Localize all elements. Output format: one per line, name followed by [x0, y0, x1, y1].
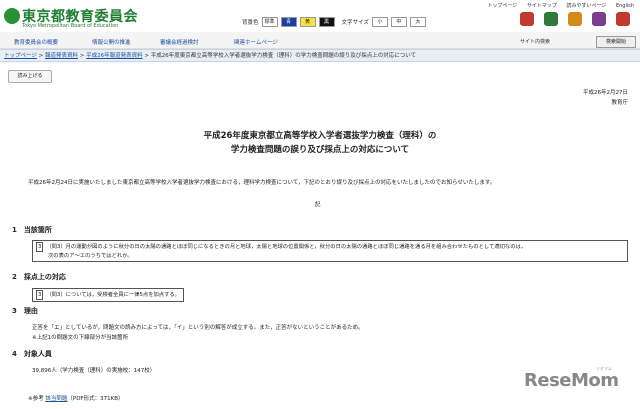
section-3-heading: 3 理由 — [12, 307, 38, 315]
breadcrumb-press-2014[interactable]: 平成26年報道発表資料 — [86, 53, 143, 59]
breadcrumb: トップページ > 報道発表資料 > 平成26年報道発表資料 > 平成26年度東京… — [4, 53, 417, 59]
breadcrumb-press[interactable]: 報道発表資料 — [45, 53, 78, 59]
nav-item-links[interactable]: 関連ホームページ — [234, 38, 278, 46]
section-4-heading: 4 対象人員 — [12, 350, 52, 358]
font-small-button[interactable]: 小 — [371, 17, 388, 27]
bg-black-button[interactable]: 黒 — [318, 17, 335, 27]
nav-item-disclosure[interactable]: 情報公開の推進 — [92, 38, 131, 46]
top-link-readable[interactable]: 読みやすいページ — [566, 3, 606, 9]
breadcrumb-home[interactable]: トップページ — [4, 53, 37, 59]
section-2-box: 3 〔問3〕については，受検者全員に一律5点を加点する。 — [32, 288, 184, 302]
bg-standard-button[interactable]: 標準 — [261, 17, 278, 27]
search-button[interactable]: 検索開始 — [596, 36, 636, 48]
nav-item-council[interactable]: 審議会経過検討 — [160, 38, 199, 46]
section-2-heading: 2 採点上の対応 — [12, 273, 66, 281]
section-3-line2: ※上記1の問題文の下線部分が当該箇所 — [32, 335, 129, 341]
top-link-home[interactable]: トップページ — [487, 3, 517, 9]
search-label: サイト内検索 — [520, 39, 551, 45]
section-1-line1: 〔問3〕月の運動が図のように秋分の日の太陽の通路とほぼ同じになるときの月と地球，… — [46, 244, 527, 250]
logo-subtext: Tokyo Metropolitan Board of Education — [22, 23, 119, 29]
nav-item-overview[interactable]: 教育委員会の概要 — [14, 38, 58, 46]
mobile-icon[interactable] — [616, 12, 630, 26]
sitemap-icon[interactable] — [544, 12, 558, 26]
font-large-button[interactable]: 大 — [409, 17, 426, 27]
section-1-box: 3 〔問3〕月の運動が図のように秋分の日の太陽の通路とほぼ同じになるときの月と地球… — [32, 240, 628, 262]
quick-icons — [520, 12, 630, 26]
emblem-icon — [4, 8, 20, 24]
bgcolor-label: 背景色 — [242, 20, 259, 26]
section-3-line1: 正答を「エ」としているが，問題文の読み方によっては，「イ」という別の解答が成立す… — [32, 325, 364, 331]
section-1-heading: 1 当該箇所 — [12, 226, 52, 234]
section-1-line2: 次の表のア～エのうちではどれか。 — [48, 253, 133, 259]
breadcrumb-current: 平成26年度東京都立高等学校入学者選抜学力検査（理科）の学力検査問題の誤り及び採… — [150, 53, 417, 59]
ki-label: 記 — [315, 202, 321, 208]
reference-prefix: ※参考 — [28, 396, 44, 402]
intro-text: 平成26年2月24日に実施いたしました東京都立高等学校入学者選抜学力検査における… — [28, 180, 496, 186]
logo[interactable]: 東京都教育委員会 Tokyo Metropolitan Board of Edu… — [4, 6, 154, 30]
section-4-text: 39,896人（学力検査（理科）の実施校：147校） — [32, 368, 156, 374]
bg-yellow-button[interactable]: 黄 — [299, 17, 316, 27]
display-controls: 背景色 標準 青 黄 黒 文字サイズ 小 中 大 — [242, 17, 426, 27]
top-link-sitemap[interactable]: サイトマップ — [527, 3, 557, 9]
question-tag: 3 — [36, 242, 44, 252]
page-title-line1: 平成26年度東京都立高等学校入学者選抜学力検査（理科）の — [203, 131, 437, 141]
issuer: 教育庁 — [611, 100, 628, 106]
top-links: トップページ サイトマップ 読みやすいページ English — [479, 2, 634, 9]
fontsize-label: 文字サイズ — [341, 20, 369, 26]
top-link-english[interactable]: English — [616, 3, 634, 9]
question-tag: 3 — [36, 290, 44, 300]
reference: ※参考 該当問題（PDF形式：371KB） — [28, 394, 123, 402]
read-aloud-button[interactable]: 読み上げる — [8, 70, 52, 83]
watermark-small: リセマム — [596, 366, 612, 371]
watermark-text: ReseMom — [524, 370, 619, 391]
home-icon[interactable] — [520, 12, 534, 26]
english-icon[interactable] — [592, 12, 606, 26]
section-2-text: 〔問3〕については，受検者全員に一律5点を加点する。 — [46, 292, 180, 298]
header: 東京都教育委員会 Tokyo Metropolitan Board of Edu… — [0, 0, 640, 32]
page-title-line2: 学力検査問題の誤り及び採点上の対応について — [230, 145, 410, 155]
date: 平成26年2月27日 — [583, 90, 628, 96]
bg-blue-button[interactable]: 青 — [280, 17, 297, 27]
font-medium-button[interactable]: 中 — [390, 17, 407, 27]
readable-icon[interactable] — [568, 12, 582, 26]
reference-link[interactable]: 該当問題 — [45, 396, 67, 402]
watermark: ReseMom — [524, 370, 619, 391]
reference-suffix: （PDF形式：371KB） — [67, 396, 124, 402]
